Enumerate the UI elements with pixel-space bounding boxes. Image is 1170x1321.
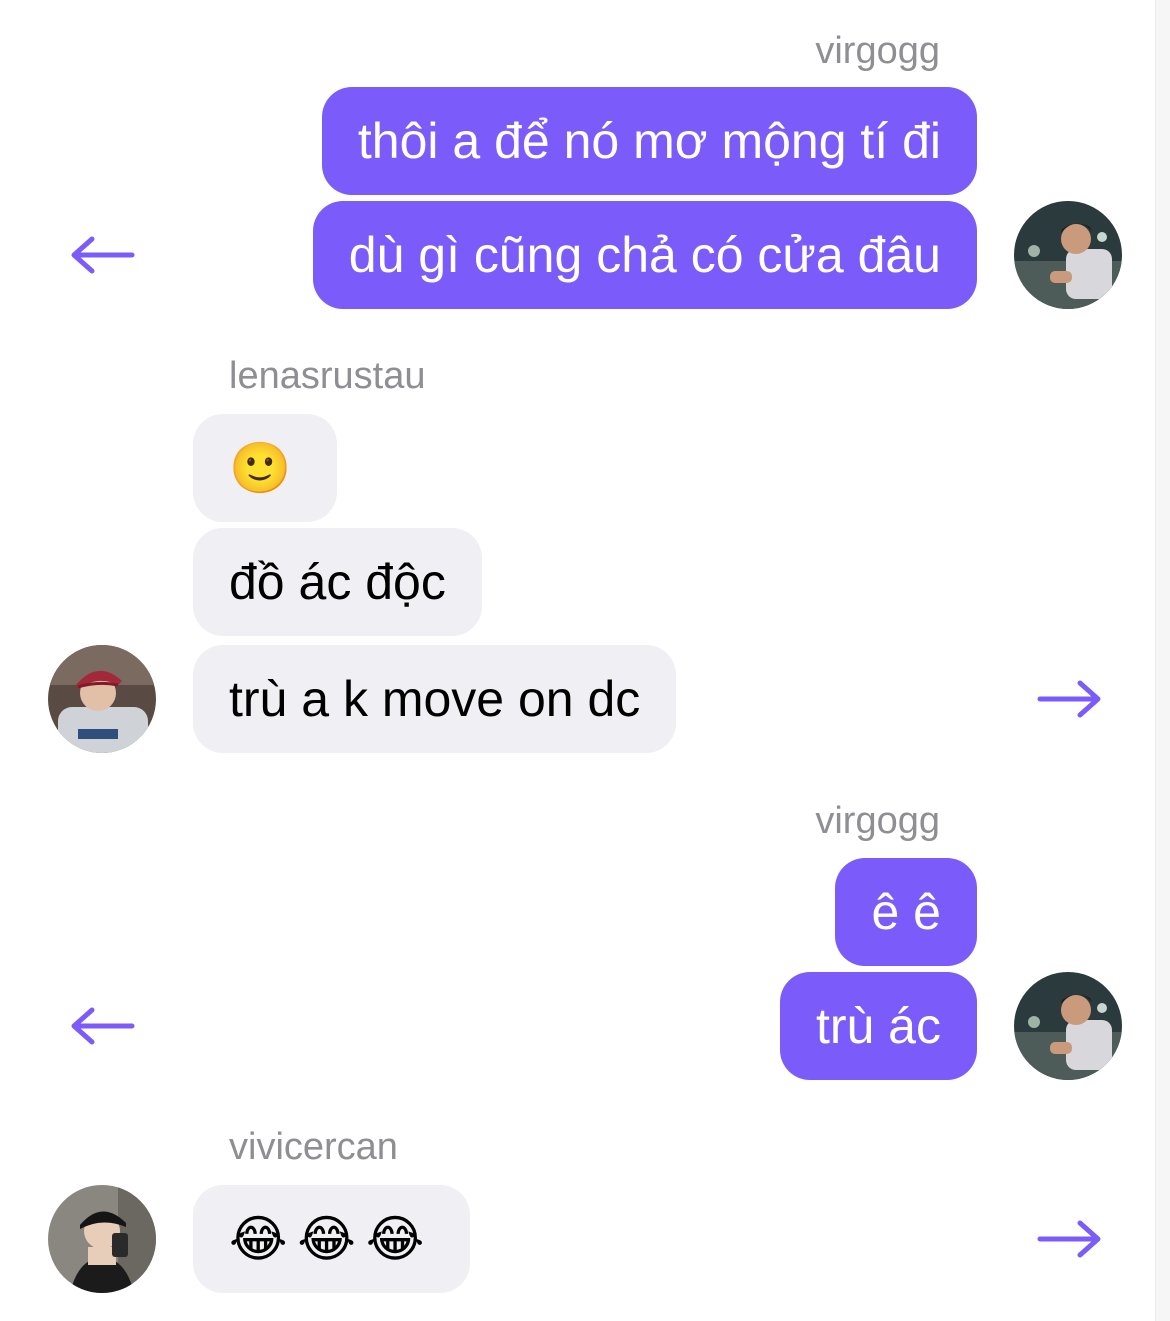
user-avatar-icon[interactable] (48, 645, 156, 753)
message-bubble[interactable]: đồ ác độc (193, 528, 482, 636)
message-bubble[interactable]: trù a k move on dc (193, 645, 677, 753)
message-bubble[interactable]: dù gì cũng chả có cửa đâu (312, 201, 977, 309)
arrow-left-icon[interactable] (70, 1006, 136, 1046)
user-avatar-icon[interactable] (1014, 972, 1122, 1080)
sender-name: virgogg (815, 30, 940, 72)
arrow-right-icon[interactable] (1036, 679, 1102, 719)
sender-name: lenasrustau (229, 355, 426, 397)
arrow-right-icon[interactable] (1036, 1219, 1102, 1259)
message-bubble[interactable]: 🙂 (193, 414, 338, 522)
message-bubble[interactable]: ê ê (835, 858, 977, 966)
sender-name: vivicercan (229, 1126, 398, 1168)
user-avatar-icon[interactable] (1014, 201, 1122, 309)
scrollbar-track[interactable] (1155, 0, 1170, 1321)
message-bubble[interactable]: 😂😂😂 (193, 1185, 471, 1293)
message-bubble[interactable]: trù ác (779, 972, 977, 1080)
arrow-left-icon[interactable] (70, 235, 136, 275)
sender-name: virgogg (815, 800, 940, 842)
message-bubble[interactable]: thôi a để nó mơ mộng tí đi (321, 87, 977, 195)
user-avatar-icon[interactable] (48, 1185, 156, 1293)
